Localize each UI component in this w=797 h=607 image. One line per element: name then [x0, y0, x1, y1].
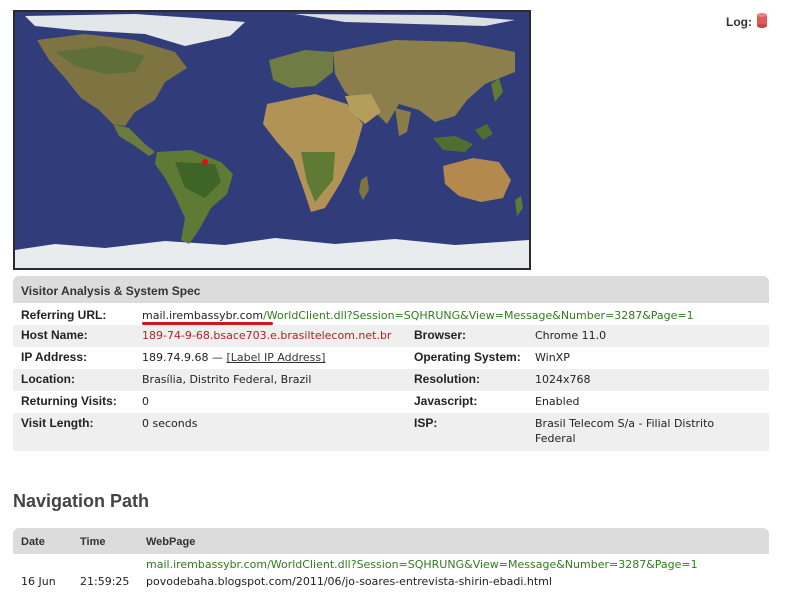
returning-visits-label: Returning Visits:: [21, 394, 117, 408]
ip-address-value: 189.74.9.68 — [Label IP Address]: [134, 347, 406, 369]
col-time: Time: [80, 536, 106, 548]
javascript-value: Enabled: [535, 395, 580, 408]
isp-line-1: Brasil Telecom S/a - Filial Distrito: [535, 417, 715, 430]
visitor-analysis-title: Visitor Analysis & System Spec: [13, 276, 769, 303]
isp-label: ISP:: [414, 416, 438, 430]
host-name-value: 189-74-9-68.bsace703.e.brasiltelecom.net…: [142, 329, 392, 342]
isp-value: Brasil Telecom S/a - Filial Distrito Fed…: [527, 413, 769, 451]
label-ip-address-link[interactable]: [Label IP Address]: [226, 351, 325, 364]
navigation-table-header: Date Time WebPage: [13, 528, 769, 554]
referring-url-path[interactable]: /WorldClient.dll?Session=SQHRUNG&View=Me…: [263, 309, 694, 322]
location-value: Brasília, Distrito Federal, Brazil: [142, 373, 312, 386]
database-icon: [756, 12, 768, 31]
world-map: [13, 10, 531, 270]
row-returning-javascript: Returning Visits: 0 Javascript: Enabled: [13, 391, 769, 413]
visitor-location-marker: [202, 159, 208, 165]
browser-value: Chrome 11.0: [535, 329, 607, 342]
referring-url-label: Referring URL:: [21, 308, 107, 322]
row-location-resolution: Location: Brasília, Distrito Federal, Br…: [13, 369, 769, 391]
world-map-graphic: [15, 12, 529, 268]
host-name-label: Host Name:: [21, 328, 88, 342]
col-date: Date: [21, 536, 45, 548]
log-label: Log:: [726, 14, 752, 29]
row-referring-url: Referring URL: mail.irembassybr.com/Worl…: [13, 303, 769, 325]
row-visitlength-isp: Visit Length: 0 seconds ISP: Brasil Tele…: [13, 413, 769, 451]
nav-time: 21:59:25: [80, 575, 130, 588]
nav-referrer-link[interactable]: mail.irembassybr.com/WorldClient.dll?Ses…: [146, 558, 698, 571]
os-label: Operating System:: [414, 350, 521, 364]
visit-length-value: 0 seconds: [142, 417, 198, 430]
navigation-row: mail.irembassybr.com/WorldClient.dll?Ses…: [13, 557, 769, 593]
referrer-underline-annotation: [142, 322, 273, 325]
visit-length-label: Visit Length:: [21, 416, 94, 430]
ip-address-label: IP Address:: [21, 350, 88, 364]
visitor-analysis-panel: Visitor Analysis & System Spec Referring…: [13, 276, 769, 451]
location-label: Location:: [21, 372, 75, 386]
nav-page-link[interactable]: povodebaha.blogspot.com/2011/06/jo-soare…: [146, 575, 552, 588]
nav-date: 16 Jun: [21, 575, 56, 588]
returning-visits-value: 0: [142, 395, 149, 408]
resolution-value: 1024x768: [535, 373, 591, 386]
row-ip-os: IP Address: 189.74.9.68 — [Label IP Addr…: [13, 347, 769, 369]
log-indicator[interactable]: Log:: [726, 12, 768, 31]
row-host-browser: Host Name: 189-74-9-68.bsace703.e.brasil…: [13, 325, 769, 347]
javascript-label: Javascript:: [414, 394, 478, 408]
os-value: WinXP: [535, 351, 570, 364]
resolution-label: Resolution:: [414, 372, 480, 386]
referring-url-domain[interactable]: mail.irembassybr.com: [142, 309, 263, 322]
isp-line-2: Federal: [535, 432, 576, 445]
navigation-path-title: Navigation Path: [13, 491, 150, 511]
col-webpage: WebPage: [146, 536, 196, 548]
ip-address-text: 189.74.9.68 —: [142, 351, 223, 364]
browser-label: Browser:: [414, 328, 467, 342]
